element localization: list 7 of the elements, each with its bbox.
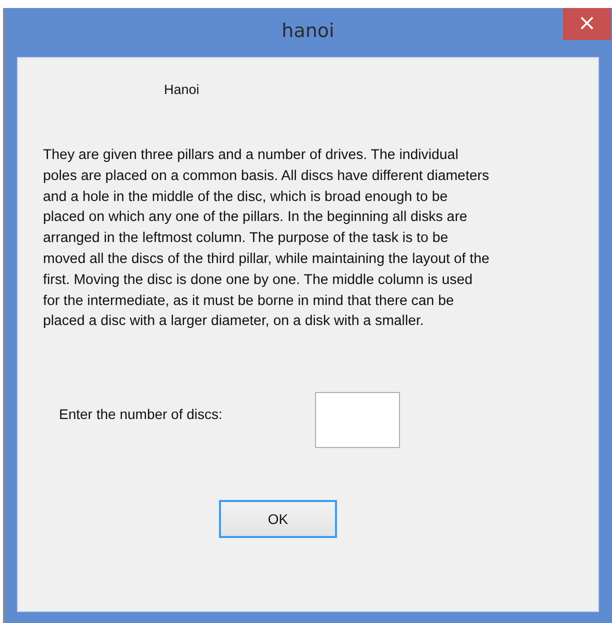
window-title: hanoi xyxy=(282,20,334,42)
discs-input-field[interactable] xyxy=(315,392,400,448)
ok-button[interactable]: OK xyxy=(219,500,337,538)
description-text: They are given three pillars and a number of drives. The individual poles are placed on a common basis. All discs have different diameters and a hole in the middle of the disc, which is broad enough to be placed on which any one of the pillars. In the beginning all disks are arranged in the leftmost column. The purpose of the task is to be moved all the discs of the third pillar, while maintaining the layout of the first. Moving the disc is done one by one. The middle column is used for the intermediate, as it must be borne in mind that there can be placed a disc with a larger diameter, on a disk with a smaller. xyxy=(43,146,490,332)
heading-label: Hanoi xyxy=(164,82,200,97)
discs-label: Enter the number of discs: xyxy=(59,406,224,422)
close-button[interactable]: × xyxy=(563,8,611,40)
